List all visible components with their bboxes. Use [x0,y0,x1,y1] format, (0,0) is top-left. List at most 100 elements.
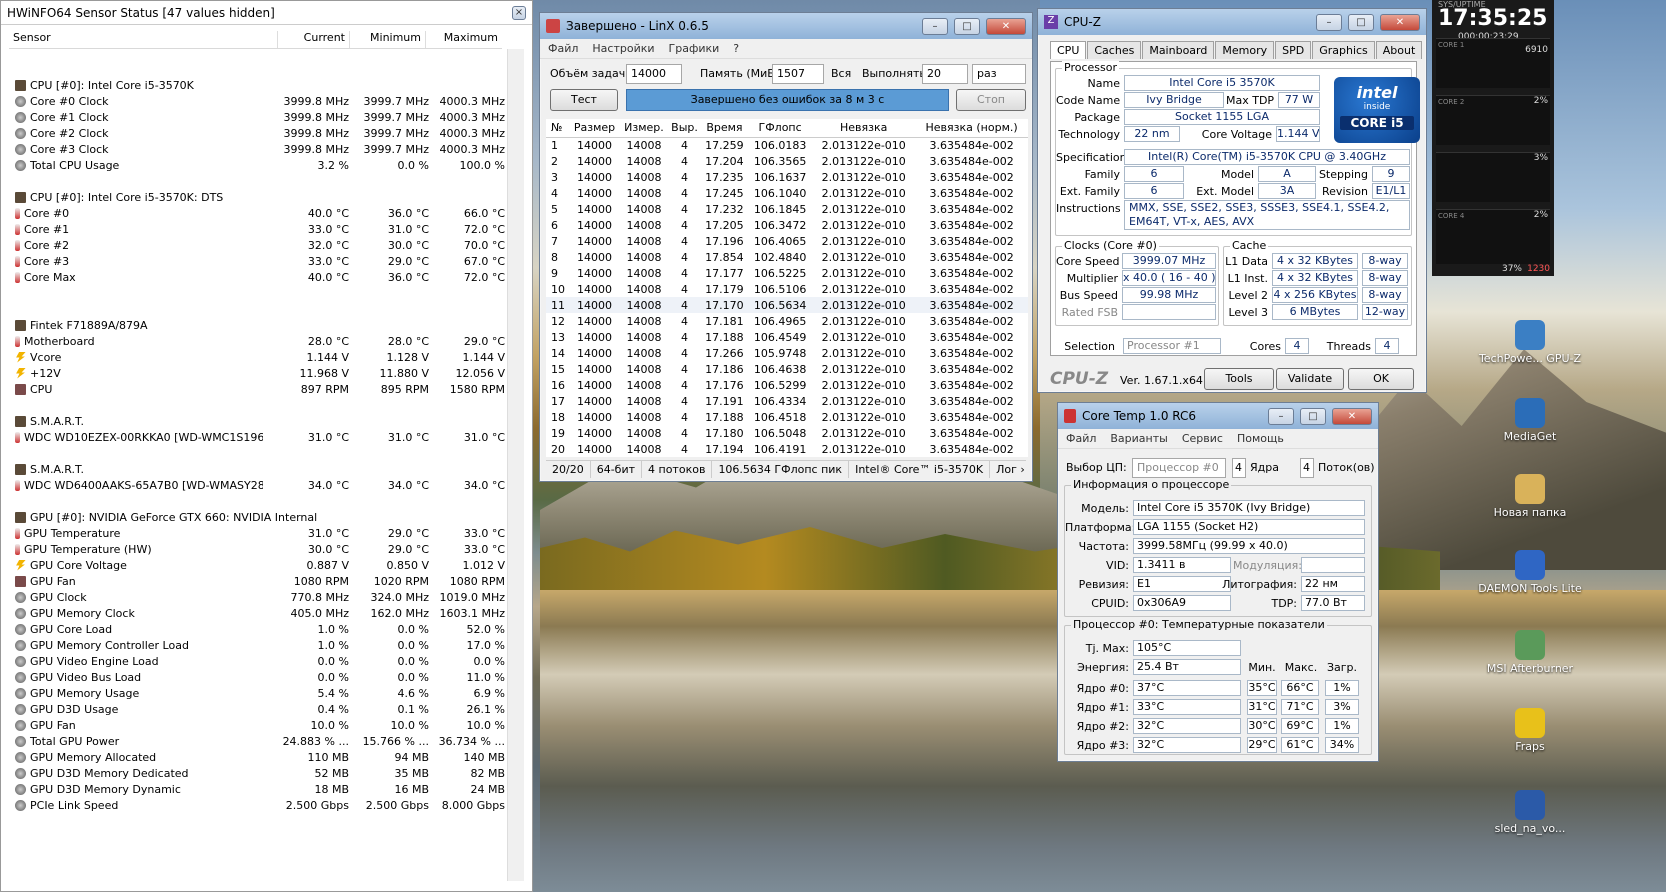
table-row[interactable]: 14 14000 14008 4 17.266 105.9748 2.013122e-010… [546,345,1028,361]
column-header[interactable]: Время [700,119,748,138]
linx-window[interactable]: Завершено - LinX 0.6.5 – □ ✕ Файл Настро… [539,12,1033,482]
menu-graphs[interactable]: Графики [669,42,720,55]
coretemp-window[interactable]: Core Temp 1.0 RC6 – □ ✕ Файл Варианты Се… [1057,402,1379,762]
menu-help[interactable]: ? [733,42,739,55]
tab-memory[interactable]: Memory [1215,41,1275,59]
table-row[interactable]: 10 14000 14008 4 17.179 106.5106 2.013122e-010… [546,281,1028,297]
sensor-row[interactable]: GPU D3D Memory Dynamic 18 MB 16 MB 24 MB [15,781,505,797]
desktop-icon[interactable]: TechPowe... GPU-Z [1470,320,1590,365]
coretemp-titlebar[interactable]: Core Temp 1.0 RC6 – □ ✕ [1058,403,1378,429]
sensor-group[interactable]: CPU [#0]: Intel Core i5-3570K [15,77,505,93]
tab-spd[interactable]: SPD [1275,41,1312,59]
desktop-icon[interactable]: sled_na_vo... [1470,790,1590,835]
sensor-row[interactable]: GPU Memory Allocated 110 MB 94 MB 140 MB [15,749,505,765]
tab-graphics[interactable]: Graphics [1312,41,1375,59]
sensor-row[interactable]: Motherboard 28.0 °C 28.0 °C 29.0 °C [15,333,505,349]
sensor-row[interactable]: GPU Memory Controller Load 1.0 % 0.0 % 17.0… [15,637,505,653]
log-button[interactable]: Лог › [990,461,1031,478]
column-header[interactable]: Невязка (норм.) [915,119,1028,138]
maximize-icon[interactable]: □ [1348,13,1374,31]
size-select[interactable]: 14000 [626,64,682,84]
close-icon[interactable]: ✕ [1332,407,1372,425]
column-header[interactable]: Размер [569,119,620,138]
column-header[interactable]: Измер. [619,119,669,138]
table-row[interactable]: 7 14000 14008 4 17.196 106.4065 2.013122e-010 3… [546,233,1028,249]
col-maximum[interactable]: Maximum [426,31,502,48]
sensor-row[interactable]: Total GPU Power 24.883 % ... 15.766 % ... 3… [15,733,505,749]
table-row[interactable]: 11 14000 14008 4 17.170 106.5634 2.013122e-010… [546,297,1028,313]
close-icon[interactable]: ✕ [1380,13,1420,31]
column-header[interactable]: ГФлопс [747,119,813,138]
cpuz-titlebar[interactable]: Z CPU-Z – □ ✕ [1038,9,1426,35]
table-row[interactable]: 17 14000 14008 4 17.191 106.4334 2.013122e-010… [546,393,1028,409]
col-sensor[interactable]: Sensor [9,31,278,48]
sensor-row[interactable]: CPU 897 RPM 895 RPM 1580 RPM [15,381,505,397]
tab-mainboard[interactable]: Mainboard [1142,41,1215,59]
column-header[interactable]: № [546,119,570,138]
sensor-row[interactable]: Core #0 40.0 °C 36.0 °C 66.0 °C [15,205,505,221]
sensor-row[interactable]: +12V 11.968 V 11.880 V 12.056 V [15,365,505,381]
stop-button[interactable]: Стоп [956,89,1026,111]
col-current[interactable]: Current [278,31,350,48]
hwinfo-titlebar[interactable]: HWiNFO64 Sensor Status [47 values hidden… [1,1,532,25]
unit-select[interactable]: раз [972,64,1026,84]
menu-help[interactable]: Помощь [1237,432,1284,445]
table-row[interactable]: 9 14000 14008 4 17.177 106.5225 2.013122e-010 3… [546,265,1028,281]
sensor-row[interactable]: WDC WD6400AAKS-65A7B0 [WD-WMASY2860940] 3… [15,477,505,493]
sysmon-gadget[interactable]: SYS/UPTIME 17:35:25 000:00:23:29 CORE 16… [1432,0,1554,276]
hwinfo-window[interactable]: HWiNFO64 Sensor Status [47 values hidden… [0,0,533,892]
ok-button[interactable]: OK [1348,368,1414,390]
validate-button[interactable]: Validate [1276,368,1344,390]
close-icon[interactable]: × [512,5,526,20]
sensor-group[interactable]: CPU [#0]: Intel Core i5-3570K: DTS [15,189,505,205]
menu-file[interactable]: Файл [548,42,578,55]
sensor-group[interactable]: Fintek F71889A/879A [15,317,505,333]
menu-settings[interactable]: Настройки [592,42,654,55]
vertical-scrollbar[interactable] [507,49,524,881]
sensor-row[interactable]: Total CPU Usage 3.2 % 0.0 % 100.0 % [15,157,505,173]
tab-cpu[interactable]: CPU [1050,41,1087,59]
desktop-icon[interactable]: MediaGet [1470,398,1590,443]
tab-caches[interactable]: Caches [1087,41,1142,59]
table-row[interactable]: 3 14000 14008 4 17.235 106.1637 2.013122e-010 3… [546,169,1028,185]
sensor-row[interactable]: GPU Video Engine Load 0.0 % 0.0 % 0.0 % [15,653,505,669]
results-table[interactable]: № Размер Измер. Выр. Время ГФлопс Невязка Невяз… [546,119,1028,457]
cpu-select[interactable]: Процессор #0 [1132,458,1226,478]
maximize-icon[interactable]: □ [1300,407,1326,425]
sensor-group[interactable]: GPU [#0]: NVIDIA GeForce GTX 660: NVIDIA… [15,509,505,525]
linx-titlebar[interactable]: Завершено - LinX 0.6.5 – □ ✕ [540,13,1032,39]
sensor-row[interactable]: PCIe Link Speed 2.500 Gbps 2.500 Gbps 8.000… [15,797,505,813]
minimize-icon[interactable]: – [1316,13,1342,31]
menu-file[interactable]: Файл [1066,432,1096,445]
tools-button[interactable]: Tools [1204,368,1274,390]
column-header[interactable]: Невязка [812,119,916,138]
sensor-row[interactable]: Core #3 33.0 °C 29.0 °C 67.0 °C [15,253,505,269]
sensor-row[interactable]: GPU Clock 770.8 MHz 324.0 MHz 1019.0 MHz [15,589,505,605]
sensor-row[interactable]: GPU Video Bus Load 0.0 % 0.0 % 11.0 % [15,669,505,685]
sensor-row[interactable]: WDC WD10EZEX-00RKKA0 [WD-WMC1S1966608] 31… [15,429,505,445]
table-row[interactable]: 1 14000 14008 4 17.259 106.0183 2.013122e-010 3… [546,137,1028,153]
menu-options[interactable]: Варианты [1110,432,1167,445]
table-row[interactable]: 6 14000 14008 4 17.205 106.3472 2.013122e-010 3… [546,217,1028,233]
minimize-icon[interactable]: – [1268,407,1294,425]
runs-select[interactable]: 20 [922,64,968,84]
column-header[interactable]: Выр. [668,119,701,138]
sensor-row[interactable]: GPU D3D Usage 0.4 % 0.1 % 26.1 % [15,701,505,717]
sensor-row[interactable]: Vcore 1.144 V 1.128 V 1.144 V [15,349,505,365]
sensor-row[interactable]: Core Max 40.0 °C 36.0 °C 72.0 °C [15,269,505,285]
table-row[interactable]: 13 14000 14008 4 17.188 106.4549 2.013122e-010… [546,329,1028,345]
sensor-group[interactable]: S.M.A.R.T. [15,461,505,477]
desktop-icon[interactable]: Новая папка [1470,474,1590,519]
sensor-row[interactable]: GPU Core Voltage 0.887 V 0.850 V 1.012 V [15,557,505,573]
desktop-icon[interactable]: Fraps [1470,708,1590,753]
sensor-row[interactable]: Core #1 33.0 °C 31.0 °C 72.0 °C [15,221,505,237]
sensor-row[interactable]: GPU Fan 1080 RPM 1020 RPM 1080 RPM [15,573,505,589]
test-button[interactable]: Тест [550,89,618,111]
table-row[interactable]: 20 14000 14008 4 17.194 106.4191 2.013122e-010… [546,441,1028,457]
sensor-row[interactable]: Core #1 Clock 3999.8 MHz 3999.7 MHz 4000.3 … [15,109,505,125]
cpuz-window[interactable]: Z CPU-Z – □ ✕ CPU Caches Mainboard Memor… [1037,8,1427,393]
desktop-icon[interactable]: DAEMON Tools Lite [1470,550,1590,595]
desktop-icon[interactable]: MSI Afterburner [1470,630,1590,675]
processor-select[interactable]: Processor #1 [1123,338,1221,354]
col-minimum[interactable]: Minimum [350,31,426,48]
